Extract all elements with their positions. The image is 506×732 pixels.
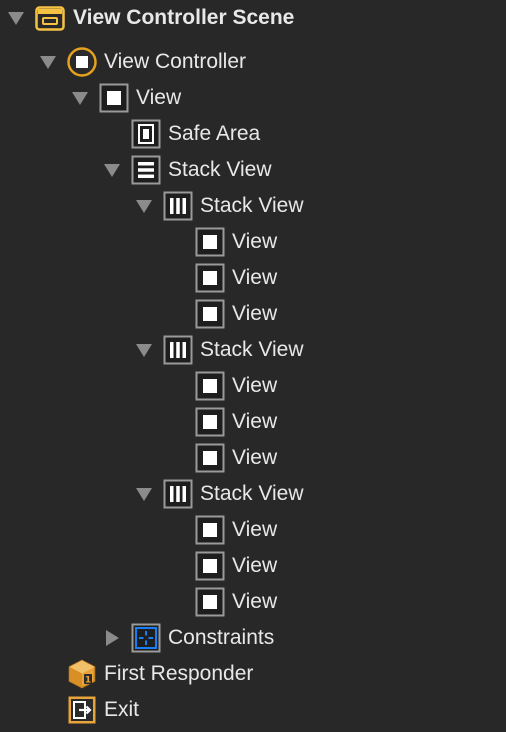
- outline-row-view[interactable]: View: [0, 512, 506, 548]
- disclosure-triangle-expanded[interactable]: [135, 485, 153, 503]
- outline-row-view[interactable]: View: [0, 584, 506, 620]
- outline-row-view-controller[interactable]: View Controller: [0, 44, 506, 80]
- row-label: View: [232, 554, 278, 577]
- row-label: View: [232, 446, 278, 469]
- row-label: View: [232, 410, 278, 433]
- row-label: View Controller: [104, 50, 247, 73]
- view-icon: [195, 551, 225, 581]
- row-label: Exit: [104, 698, 140, 721]
- outline-row-view[interactable]: View: [0, 80, 506, 116]
- view-icon: [195, 371, 225, 401]
- row-label: Stack View: [200, 482, 304, 505]
- horizontal-stack-icon: [163, 191, 193, 221]
- row-label: Constraints: [168, 626, 275, 649]
- row-label: View: [232, 302, 278, 325]
- view-icon: [195, 587, 225, 617]
- row-label: Stack View: [200, 194, 304, 217]
- outline-row-stack-view[interactable]: Stack View: [0, 188, 506, 224]
- view-icon: [195, 407, 225, 437]
- row-label: View Controller Scene: [73, 6, 295, 29]
- outline-row-view[interactable]: View: [0, 224, 506, 260]
- view-icon: [195, 299, 225, 329]
- constraints-icon: [131, 623, 161, 653]
- scene-icon: [35, 3, 65, 33]
- disclosure-triangle-expanded[interactable]: [135, 341, 153, 359]
- view-icon: [195, 443, 225, 473]
- row-label: View: [232, 230, 278, 253]
- row-label: View: [232, 518, 278, 541]
- document-outline: View Controller Scene View Controller Vi…: [0, 0, 506, 732]
- row-label: First Responder: [104, 662, 254, 685]
- svg-text:1: 1: [85, 676, 91, 686]
- outline-row-view[interactable]: View: [0, 404, 506, 440]
- outline-row-constraints[interactable]: Constraints: [0, 620, 506, 656]
- outline-row-stack-view[interactable]: Stack View: [0, 476, 506, 512]
- disclosure-triangle-expanded[interactable]: [135, 197, 153, 215]
- row-label: View: [232, 590, 278, 613]
- view-icon: [195, 515, 225, 545]
- disclosure-triangle-expanded[interactable]: [7, 9, 25, 27]
- exit-icon: [67, 695, 97, 725]
- vertical-stack-icon: [131, 155, 161, 185]
- outline-row-stack-view[interactable]: Stack View: [0, 152, 506, 188]
- disclosure-triangle-expanded[interactable]: [71, 89, 89, 107]
- disclosure-triangle-expanded[interactable]: [39, 53, 57, 71]
- row-label: Safe Area: [168, 122, 261, 145]
- outline-row-first-responder[interactable]: 1 First Responder: [0, 656, 506, 692]
- view-icon: [195, 263, 225, 293]
- row-label: Stack View: [200, 338, 304, 361]
- disclosure-triangle-expanded[interactable]: [103, 161, 121, 179]
- outline-row-view[interactable]: View: [0, 296, 506, 332]
- safe-area-icon: [131, 119, 161, 149]
- outline-row-view[interactable]: View: [0, 368, 506, 404]
- row-label: View: [232, 266, 278, 289]
- outline-row-view[interactable]: View: [0, 260, 506, 296]
- outline-row-exit[interactable]: Exit: [0, 692, 506, 728]
- horizontal-stack-icon: [163, 335, 193, 365]
- outline-row-safe-area[interactable]: Safe Area: [0, 116, 506, 152]
- horizontal-stack-icon: [163, 479, 193, 509]
- outline-row-stack-view[interactable]: Stack View: [0, 332, 506, 368]
- row-label: Stack View: [168, 158, 272, 181]
- outline-row-view-controller-scene[interactable]: View Controller Scene: [0, 0, 506, 36]
- view-controller-icon: [67, 47, 97, 77]
- outline-row-view[interactable]: View: [0, 440, 506, 476]
- view-icon: [99, 83, 129, 113]
- first-responder-icon: 1: [67, 659, 97, 689]
- disclosure-triangle-collapsed[interactable]: [103, 629, 121, 647]
- row-label: View: [232, 374, 278, 397]
- view-icon: [195, 227, 225, 257]
- row-label: View: [136, 86, 182, 109]
- outline-row-view[interactable]: View: [0, 548, 506, 584]
